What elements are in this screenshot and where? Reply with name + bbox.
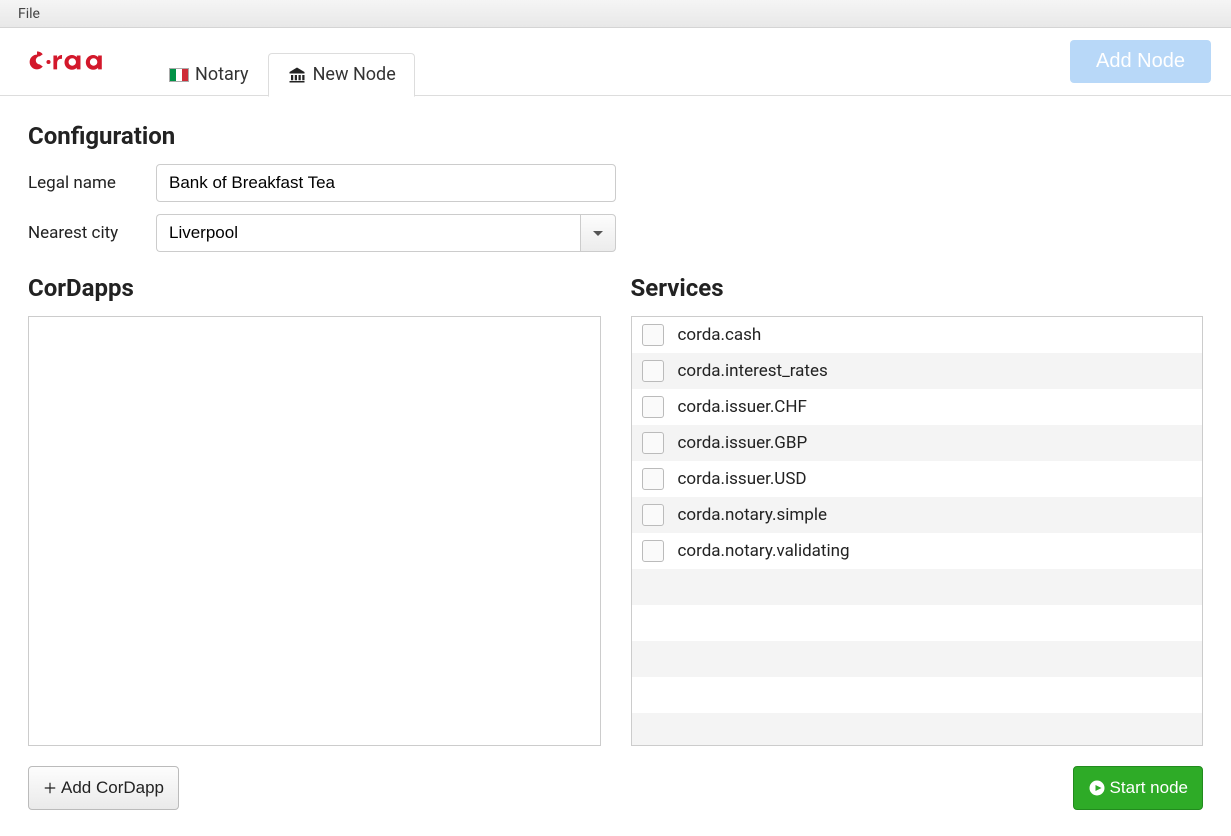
services-list[interactable]: corda.cash corda.interest_rates corda.issu… xyxy=(631,316,1204,746)
service-row xyxy=(632,677,1203,713)
add-cordapp-button[interactable]: Add CorDapp xyxy=(28,766,179,810)
service-label: corda.notary.simple xyxy=(678,505,827,525)
tab-notary[interactable]: Notary xyxy=(150,53,268,97)
service-row[interactable]: corda.notary.simple xyxy=(632,497,1203,533)
tab-notary-label: Notary xyxy=(195,64,249,85)
play-circle-icon xyxy=(1088,779,1106,797)
service-row[interactable]: corda.notary.validating xyxy=(632,533,1203,569)
service-row[interactable]: corda.issuer.USD xyxy=(632,461,1203,497)
service-checkbox[interactable] xyxy=(642,396,664,418)
service-checkbox[interactable] xyxy=(642,360,664,382)
service-checkbox[interactable] xyxy=(642,504,664,526)
legal-name-input[interactable] xyxy=(156,164,616,202)
service-checkbox[interactable] xyxy=(642,540,664,562)
tab-new-node[interactable]: New Node xyxy=(268,53,415,97)
nearest-city-select[interactable] xyxy=(156,214,580,252)
menu-file[interactable]: File xyxy=(18,6,40,22)
service-checkbox[interactable] xyxy=(642,432,664,454)
cordapps-heading: CorDapps xyxy=(28,274,601,302)
services-heading: Services xyxy=(631,274,1204,302)
service-label: corda.issuer.USD xyxy=(678,469,807,489)
cordapps-list[interactable] xyxy=(28,316,601,746)
service-row xyxy=(632,641,1203,677)
service-row[interactable]: corda.issuer.GBP xyxy=(632,425,1203,461)
plus-icon xyxy=(43,781,57,795)
service-checkbox[interactable] xyxy=(642,324,664,346)
start-node-button[interactable]: Start node xyxy=(1073,766,1203,810)
service-checkbox[interactable] xyxy=(642,468,664,490)
service-label: corda.issuer.CHF xyxy=(678,397,807,417)
italy-flag-icon xyxy=(169,68,189,82)
corda-logo xyxy=(28,50,118,74)
service-label: corda.cash xyxy=(678,325,762,345)
nearest-city-dropdown-button[interactable] xyxy=(580,214,616,252)
bank-icon xyxy=(287,66,307,84)
start-node-label: Start node xyxy=(1110,778,1188,798)
service-label: corda.issuer.GBP xyxy=(678,433,808,453)
service-label: corda.notary.validating xyxy=(678,541,850,561)
add-cordapp-label: Add CorDapp xyxy=(61,778,164,798)
chevron-down-icon xyxy=(593,231,603,236)
tab-new-node-label: New Node xyxy=(313,64,396,85)
service-row xyxy=(632,713,1203,746)
service-row xyxy=(632,605,1203,641)
service-label: corda.interest_rates xyxy=(678,361,828,381)
service-row xyxy=(632,569,1203,605)
service-row[interactable]: corda.cash xyxy=(632,317,1203,353)
service-row[interactable]: corda.interest_rates xyxy=(632,353,1203,389)
add-node-button[interactable]: Add Node xyxy=(1070,40,1211,83)
service-row[interactable]: corda.issuer.CHF xyxy=(632,389,1203,425)
nearest-city-label: Nearest city xyxy=(28,223,156,243)
legal-name-label: Legal name xyxy=(28,173,156,193)
configuration-heading: Configuration xyxy=(28,122,1203,150)
